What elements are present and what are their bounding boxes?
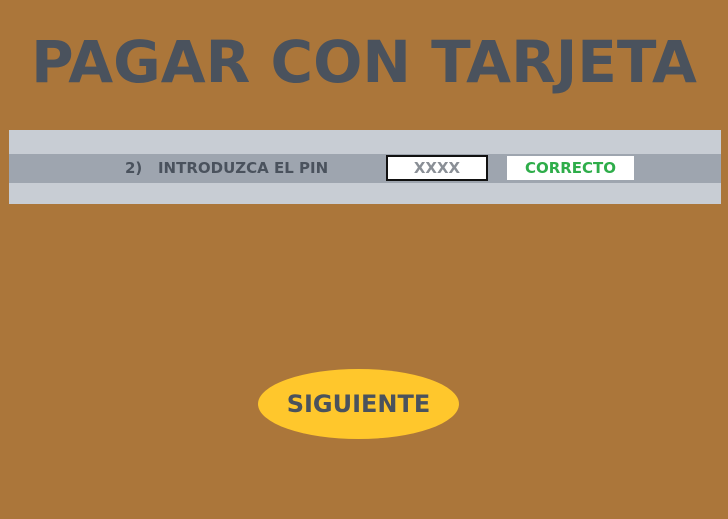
- page-title: PAGAR CON TARJETA: [31, 28, 697, 96]
- pin-input[interactable]: XXXX: [386, 155, 488, 181]
- next-button[interactable]: SIGUIENTE: [258, 369, 459, 439]
- pin-panel: 2) INTRODUZCA EL PIN XXXX CORRECTO: [9, 130, 721, 204]
- pin-status-badge: CORRECTO: [507, 156, 634, 180]
- pin-row: 2) INTRODUZCA EL PIN XXXX CORRECTO: [9, 154, 721, 183]
- pin-step-label: 2) INTRODUZCA EL PIN: [125, 159, 329, 177]
